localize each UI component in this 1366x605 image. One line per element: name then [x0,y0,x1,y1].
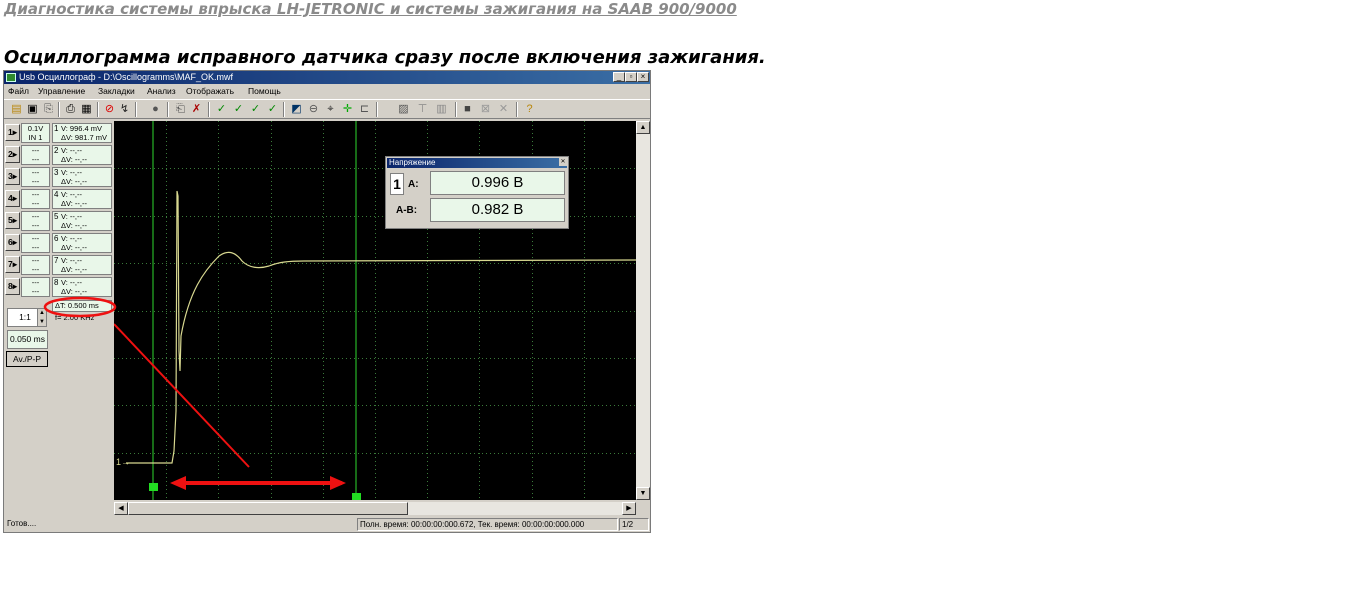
scroll-thumb[interactable] [128,502,408,515]
close-icon[interactable]: ✕ [497,103,510,116]
menu-file[interactable]: Файл [8,84,29,98]
channel-2-scale[interactable]: --- --- [21,145,50,165]
channel-7-button[interactable]: 7▸ [5,256,20,273]
toolbar: ▤ ▣ ⎘ ⎙ ▦ ⊘ ↯ ● ⎗ ✗ ✓ ✓ ✓ ✓ ◩ ⊖ ⌖ ✛ ⊏ ▨ … [4,99,650,119]
channel-5-scale[interactable]: --- --- [21,211,50,231]
import-icon[interactable]: ⎗ [174,103,187,116]
cursor-a-label: A: [408,179,419,190]
scroll-right-button[interactable]: ▶ [622,502,636,515]
annotation-pointer [113,323,250,468]
scroll-up-button[interactable]: ▲ [636,121,650,134]
arrow-head-right [330,476,346,490]
scroll-left-button[interactable]: ◀ [114,502,128,515]
run-icon[interactable]: ↯ [118,103,131,116]
save-icon[interactable]: ▣ [26,103,39,116]
fft-icon[interactable]: ▨ [397,103,410,116]
stop-icon[interactable]: ⊘ [103,103,116,116]
minimize-button[interactable]: _ [613,72,625,82]
voltage-dialog: Напряжение ✕ 1 A: 0.996 В A-B: 0.982 В [385,156,569,229]
dialog-close-icon[interactable]: ✕ [559,158,567,166]
grid-icon[interactable]: ⊠ [479,103,492,116]
window-titlebar[interactable]: Usb Осциллограф - D:\Oscillogramms\MAF_O… [4,71,650,84]
stop-square-icon[interactable]: ■ [461,103,474,116]
print-preview-icon[interactable]: ▦ [80,103,93,116]
channel-3-button[interactable]: 3▸ [5,168,20,185]
dialog-title[interactable]: Напряжение [387,158,567,168]
window-title: Usb Осциллограф - D:\Oscillogramms\MAF_O… [19,72,234,82]
maximize-button[interactable]: ▫ [625,72,637,82]
cursor-icon[interactable]: ⌖ [324,103,337,116]
print-icon[interactable]: ⎙ [64,103,77,116]
channel-6-button[interactable]: 6▸ [5,234,20,251]
channel-4-scale[interactable]: --- --- [21,189,50,209]
bracket-icon[interactable]: ⊏ [358,103,371,116]
oscilloscope-window: Usb Осциллограф - D:\Oscillogramms\MAF_O… [3,70,651,533]
channel-1-button[interactable]: 1▸ [5,124,20,141]
marker-icon[interactable]: ✛ [341,103,354,116]
channel-6-scale[interactable]: --- --- [21,233,50,253]
avg-pp-button[interactable]: Av./P-P [6,351,48,367]
cursor-a-value: 0.996 В [430,171,565,195]
check-b-icon[interactable]: ✓ [249,103,262,116]
menu-bookmarks[interactable]: Закладки [98,84,135,98]
channel-5-values: 5 V: --,-- ΔV: --,-- [52,211,112,231]
channel-panel: 1▸ 0.1V IN 1 1 V: 996.4 mV ΔV: 981.7 mV 2▸ … [4,121,113,518]
status-page: 1/2 [619,518,649,531]
channel-7-scale[interactable]: --- --- [21,255,50,275]
channel-4-values: 4 V: --,-- ΔV: --,-- [52,189,112,209]
arrow-head-left [170,476,186,490]
check-icon[interactable]: ✓ [215,103,228,116]
record-icon[interactable]: ● [149,103,162,116]
cursor-b-handle [352,493,361,501]
clear-icon[interactable]: ✗ [190,103,203,116]
channel-7-values: 7 V: --,-- ΔV: --,-- [52,255,112,275]
annotation-ellipse [43,296,117,318]
horizontal-scrollbar[interactable]: ◀ ▶ [114,502,636,515]
dialog-channel-number: 1 [390,173,404,195]
channel-3-values: 3 V: --,-- ΔV: --,-- [52,167,112,187]
filter-icon[interactable]: ⊤ [416,103,429,116]
channel-6-values: 6 V: --,-- ΔV: --,-- [52,233,112,253]
export-icon[interactable]: ⎘ [42,103,55,116]
annotation-ellipse-layer [43,296,117,318]
article-link[interactable]: Диагностика системы впрыска LH-JETRONIC … [4,0,737,18]
check-ab-icon[interactable]: ✓ [266,103,279,116]
channel-marker: 1→ [116,457,130,467]
cursor-ab-value: 0.982 В [430,198,565,222]
menu-control[interactable]: Управление [38,84,85,98]
cursor-ab-label: A-B: [396,205,418,216]
status-times: Полн. время: 00:00:00:000.672, Тек. врем… [357,518,618,531]
check-a-icon[interactable]: ✓ [232,103,245,116]
menu-help[interactable]: Помощь [248,84,281,98]
zoom-icon[interactable]: ⊖ [307,103,320,116]
menubar: Файл Управление Закладки Анализ Отобража… [4,84,650,98]
vertical-scrollbar[interactable]: ▲ ▼ [636,121,650,500]
statusbar: Готов.... Полн. время: 00:00:00:000.672,… [4,517,650,532]
menu-view[interactable]: Отображать [186,84,234,98]
page-title: Осциллограмма исправного датчика сразу п… [4,47,766,68]
channel-2-values: 2 V: --,-- ΔV: --,-- [52,145,112,165]
channel-8-button[interactable]: 8▸ [5,278,20,295]
scroll-down-button[interactable]: ▼ [636,487,650,500]
timebase-value[interactable]: 0.050 ms [7,330,48,349]
channel-2-button[interactable]: 2▸ [5,146,20,163]
open-icon[interactable]: ▤ [10,103,23,116]
channel-5-button[interactable]: 5▸ [5,212,20,229]
status-ready: Готов.... [7,519,37,528]
close-button[interactable]: × [637,72,649,82]
channel-1-scale[interactable]: 0.1V IN 1 [21,123,50,143]
cursor-a-handle [149,483,158,491]
help-icon[interactable]: ? [523,103,536,116]
menu-analysis[interactable]: Анализ [147,84,176,98]
app-icon [6,73,16,82]
color-icon[interactable]: ◩ [290,103,303,116]
delete-icon[interactable]: ▥ [435,103,448,116]
signal-trace [126,190,637,464]
channel-3-scale[interactable]: --- --- [21,167,50,187]
channel-1-values: 1 V: 996.4 mV ΔV: 981.7 mV [52,123,112,143]
channel-4-button[interactable]: 4▸ [5,190,20,207]
